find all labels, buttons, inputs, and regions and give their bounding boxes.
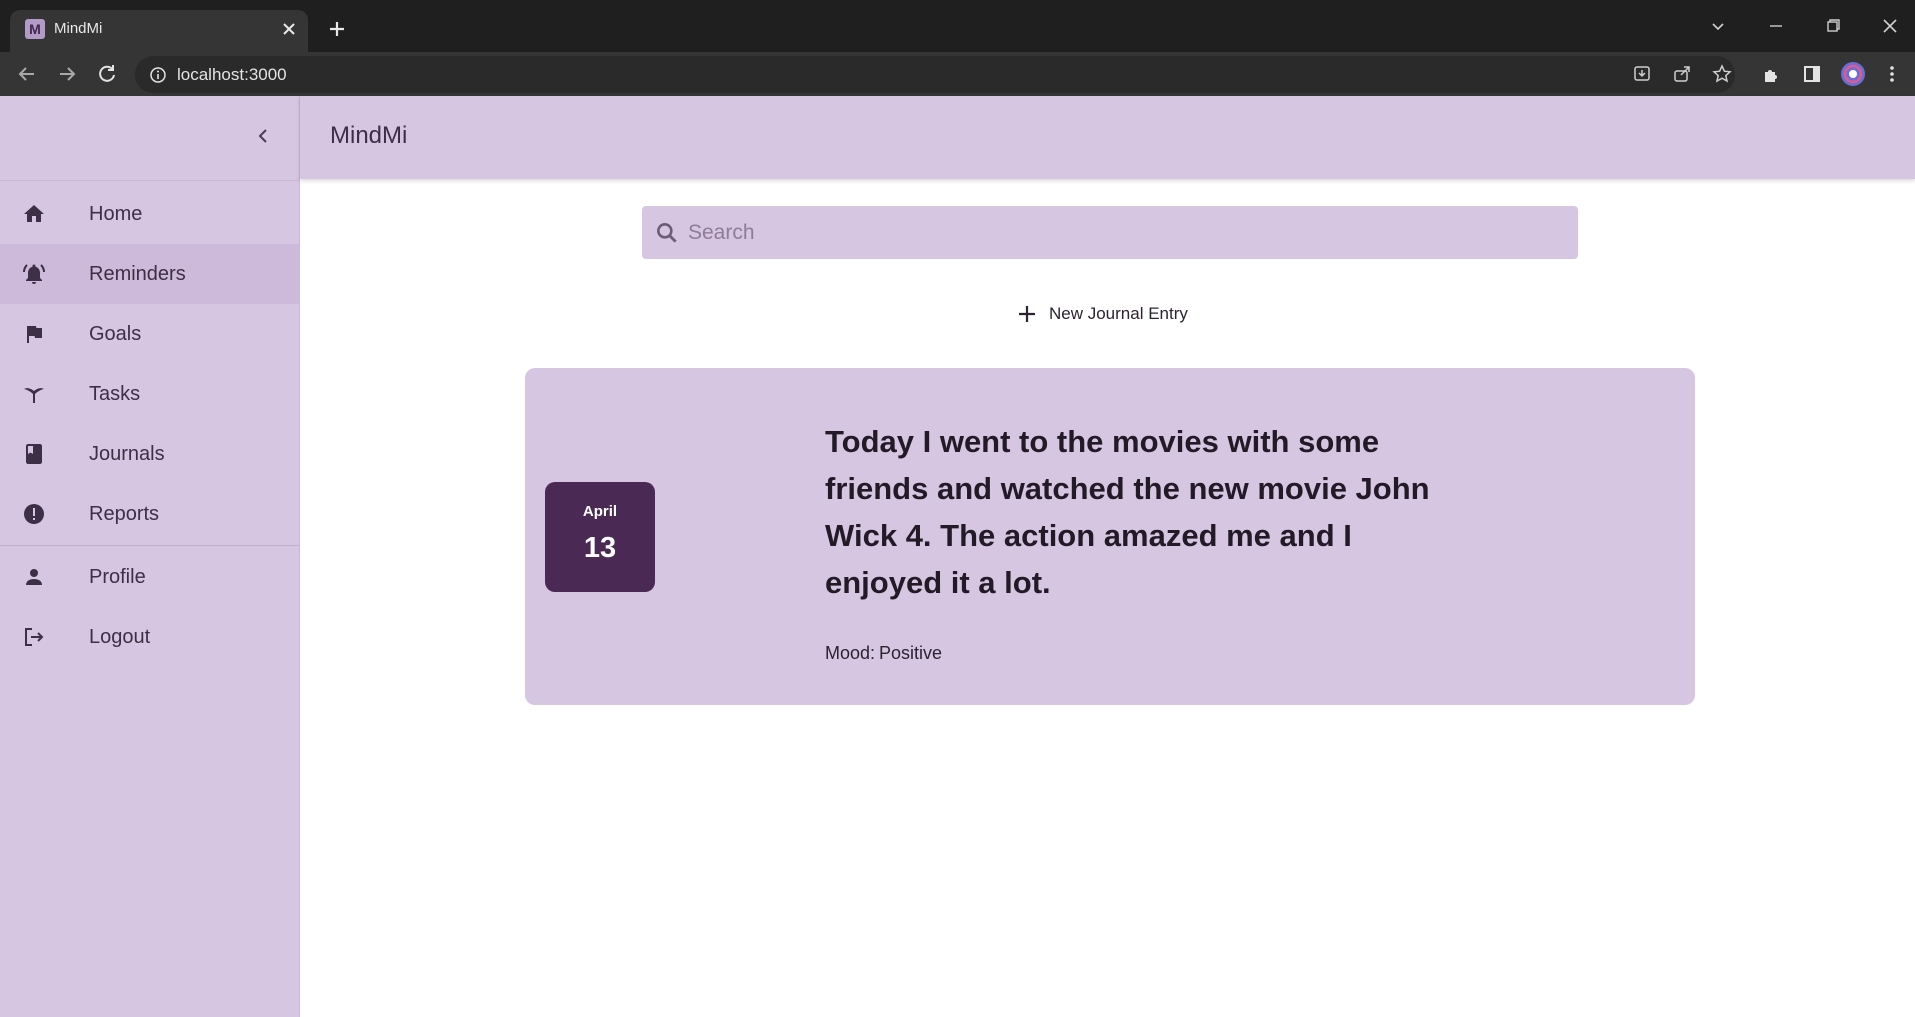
restore-icon[interactable] bbox=[1821, 14, 1845, 38]
minimize-icon[interactable] bbox=[1764, 14, 1788, 38]
sidebar-item-logout[interactable]: Logout bbox=[0, 607, 300, 667]
sidebar-divider bbox=[0, 545, 300, 546]
browser-tab[interactable]: M MindMi bbox=[10, 10, 308, 52]
profile-avatar-icon[interactable] bbox=[1840, 61, 1866, 87]
sidebar-item-home[interactable]: Home bbox=[0, 184, 300, 244]
date-badge: April 13 bbox=[545, 482, 655, 592]
tasks-icon bbox=[24, 388, 44, 403]
search-icon bbox=[657, 223, 677, 243]
sidebar-item-label: Journals bbox=[89, 443, 165, 465]
bookmark-star-icon[interactable] bbox=[1710, 62, 1734, 86]
logout-icon bbox=[25, 628, 44, 646]
url-text: localhost:3000 bbox=[177, 65, 287, 84]
tab-search-icon[interactable] bbox=[1706, 14, 1730, 38]
new-tab-icon[interactable] bbox=[324, 16, 350, 42]
search-input[interactable] bbox=[688, 206, 1558, 259]
share-icon[interactable] bbox=[1670, 62, 1694, 86]
book-icon bbox=[26, 444, 42, 464]
browser-menu-icon[interactable] bbox=[1880, 62, 1904, 86]
close-window-icon[interactable] bbox=[1878, 14, 1902, 38]
search-bar[interactable] bbox=[642, 206, 1578, 259]
sidebar-item-goals[interactable]: Goals bbox=[0, 304, 300, 364]
sidebar-item-label: Profile bbox=[89, 566, 146, 588]
sidebar-item-label: Reports bbox=[89, 503, 160, 525]
extensions-icon[interactable] bbox=[1760, 62, 1784, 86]
sidebar-nav: Home Reminders Goals Tasks Journals Repo… bbox=[0, 184, 300, 667]
journal-entry-card[interactable]: April 13 Today I went to the movies with… bbox=[525, 368, 1695, 705]
sidebar-item-journals[interactable]: Journals bbox=[0, 424, 300, 484]
forward-icon[interactable] bbox=[55, 62, 79, 86]
sidebar-item-profile[interactable]: Profile bbox=[0, 547, 300, 607]
favicon-icon: M bbox=[25, 19, 45, 39]
browser-tab-strip: M MindMi bbox=[0, 0, 1915, 52]
browser-toolbar: localhost:3000 bbox=[0, 52, 1915, 96]
tab-title: MindMi bbox=[54, 20, 103, 37]
date-day: 13 bbox=[583, 532, 617, 564]
back-icon[interactable] bbox=[15, 62, 39, 86]
mood-label: Mood: bbox=[825, 643, 876, 663]
flag-icon bbox=[27, 326, 42, 343]
journal-entry-text: Today I went to the movies with some fri… bbox=[825, 424, 1430, 600]
sidebar-item-reports[interactable]: Reports bbox=[0, 484, 300, 544]
address-bar[interactable]: localhost:3000 bbox=[135, 56, 1735, 93]
sidebar-item-label: Logout bbox=[89, 626, 151, 648]
sidebar-item-label: Tasks bbox=[89, 383, 141, 405]
person-icon bbox=[26, 569, 42, 585]
app-bar: MindMi bbox=[300, 96, 1915, 179]
install-app-icon[interactable] bbox=[1630, 62, 1654, 86]
reload-icon[interactable] bbox=[95, 62, 119, 86]
sidebar-header bbox=[0, 96, 300, 181]
date-month: April bbox=[582, 503, 618, 520]
sidebar: Home Reminders Goals Tasks Journals Repo… bbox=[0, 96, 300, 1017]
home-icon bbox=[24, 205, 44, 222]
side-panel-icon[interactable] bbox=[1800, 62, 1824, 86]
journal-mood: Mood: Positive bbox=[825, 642, 942, 664]
close-tab-icon[interactable] bbox=[280, 20, 298, 38]
sidebar-item-tasks[interactable]: Tasks bbox=[0, 364, 300, 424]
bell-ringing-icon bbox=[23, 264, 45, 284]
new-journal-entry-button[interactable]: New Journal Entry bbox=[1015, 296, 1215, 332]
sidebar-item-reminders[interactable]: Reminders bbox=[0, 244, 300, 304]
plus-icon bbox=[1019, 306, 1035, 322]
sidebar-item-label: Reminders bbox=[89, 263, 186, 285]
site-info-icon[interactable] bbox=[149, 66, 167, 84]
new-journal-entry-label: New Journal Entry bbox=[1049, 304, 1188, 323]
chevron-left-icon[interactable] bbox=[251, 124, 275, 148]
mood-value: Positive bbox=[879, 643, 943, 663]
sidebar-item-label: Home bbox=[89, 203, 143, 225]
exclamation-circle-icon bbox=[24, 504, 44, 524]
sidebar-item-label: Goals bbox=[89, 323, 142, 345]
page-title: MindMi bbox=[330, 122, 408, 149]
